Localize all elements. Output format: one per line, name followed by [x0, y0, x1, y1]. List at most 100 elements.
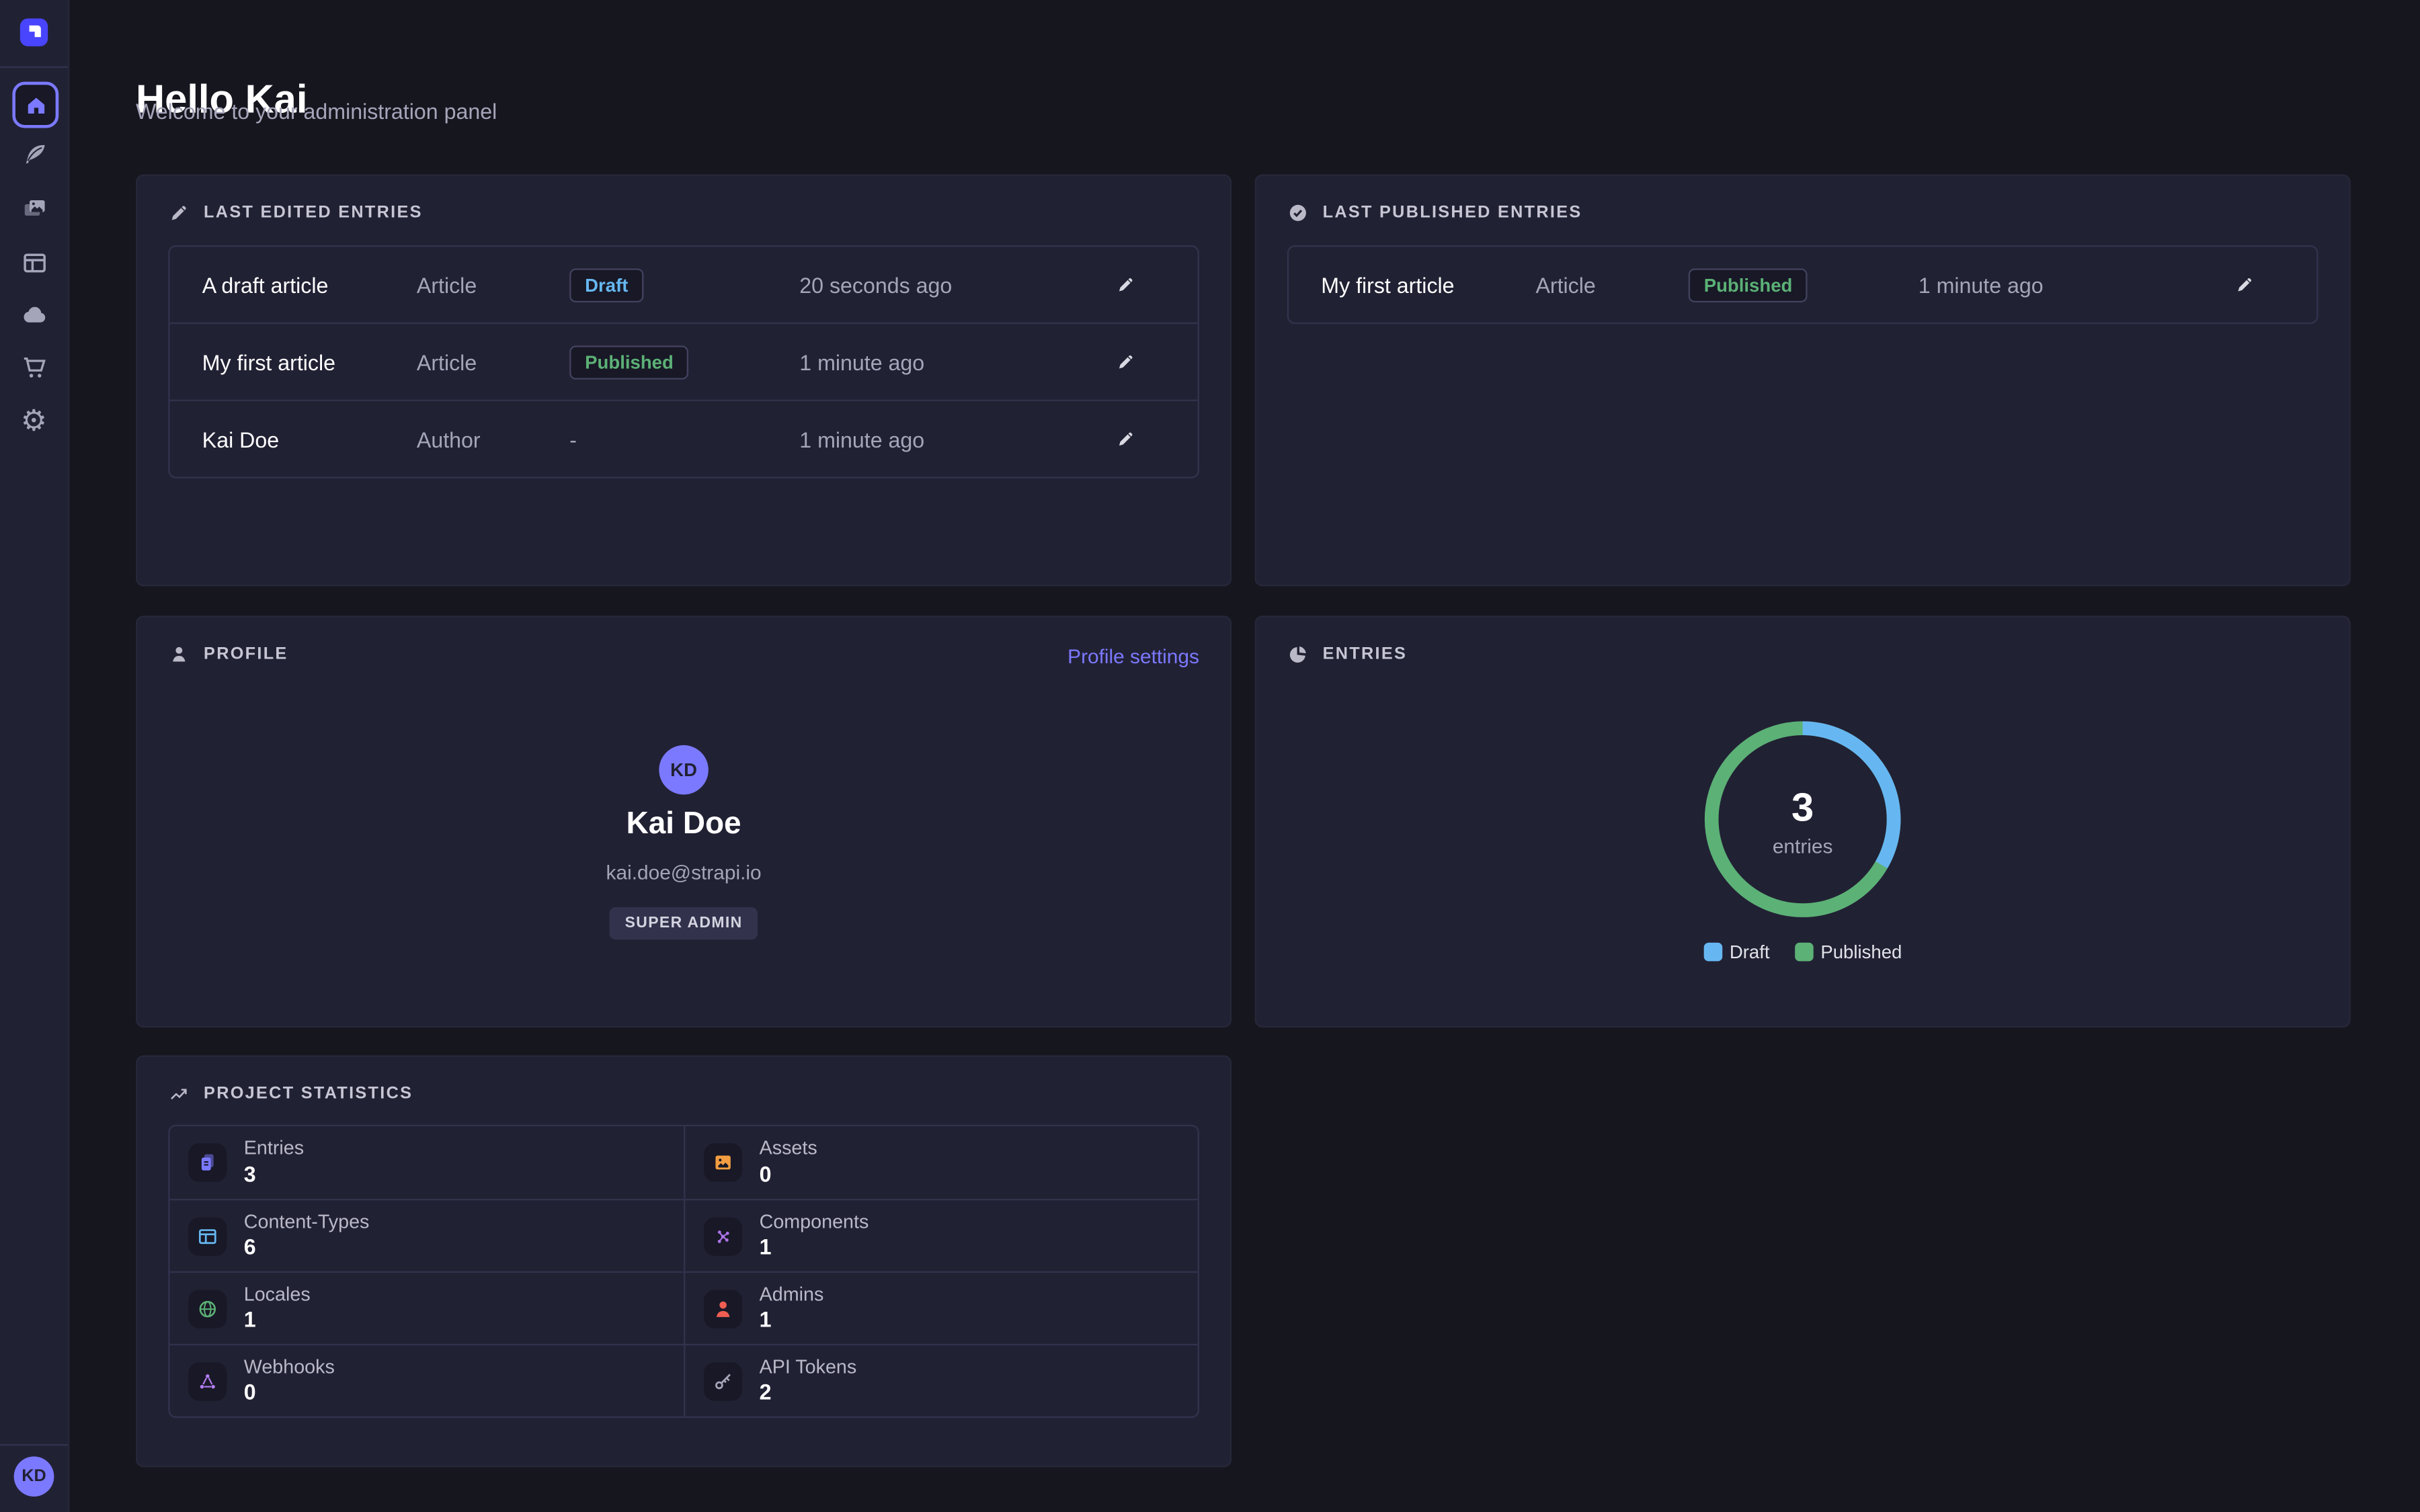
admin-person-icon [704, 1289, 742, 1327]
stat-locales: Locales 1 [170, 1271, 684, 1344]
strapi-logo[interactable] [20, 19, 48, 46]
stat-value: 6 [244, 1234, 370, 1261]
entry-name: My first article [202, 349, 417, 374]
sidebar-item-content-manager[interactable] [0, 132, 68, 175]
sidebar: ⚙ KD [0, 0, 69, 1512]
panel-header: ENTRIES [1287, 643, 1407, 665]
stat-value: 1 [760, 1307, 824, 1333]
profile-avatar: KD [659, 745, 708, 794]
profile-settings-link[interactable]: Profile settings [1067, 645, 1199, 668]
strapi-admin-dashboard: ⚙ KD Hello Kai Welcome to your administr… [0, 0, 2420, 1512]
key-icon [704, 1361, 742, 1400]
sidebar-item-media-library[interactable] [0, 187, 68, 230]
picture-icon [704, 1143, 742, 1181]
draft-swatch [1703, 943, 1722, 962]
trend-up-icon [168, 1083, 190, 1105]
entries-donut-chart: 3 entries [1699, 716, 1906, 923]
entry-type: Article [417, 349, 569, 374]
stat-value: 3 [244, 1161, 304, 1187]
sidebar-divider-top [0, 67, 68, 68]
panel-title: LAST EDITED ENTRIES [204, 204, 423, 222]
panel-last-edited-entries: LAST EDITED ENTRIES A draft article Arti… [136, 174, 1232, 586]
entry-time: 1 minute ago [799, 427, 1085, 452]
sidebar-item-content-type-builder[interactable] [0, 241, 68, 284]
profile-email: kai.doe@strapi.io [137, 861, 1230, 884]
stat-value: 0 [760, 1161, 817, 1187]
entry-type: Article [1535, 272, 1688, 297]
stats-grid: Entries 3 Assets 0 Content-Types 6 Compo… [168, 1125, 1199, 1418]
pencil-icon [1115, 351, 1135, 372]
cart-icon [19, 353, 49, 382]
gear-icon: ⚙ [21, 407, 47, 436]
panel-project-statistics: PROJECT STATISTICS Entries 3 Assets 0 Co… [136, 1055, 1232, 1467]
stat-api-tokens: API Tokens 2 [684, 1344, 1198, 1417]
legend-item-published: Published [1794, 941, 1902, 963]
sidebar-item-settings[interactable]: ⚙ [0, 400, 68, 443]
entry-time: 1 minute ago [1919, 272, 2204, 297]
panel-title: PROFILE [204, 645, 288, 664]
profile-name: Kai Doe [137, 807, 1230, 843]
last-edited-table: A draft article Article Draft 20 seconds… [168, 245, 1199, 478]
panel-title: LAST PUBLISHED ENTRIES [1323, 204, 1582, 222]
person-icon [168, 643, 190, 665]
entry-time: 20 seconds ago [799, 272, 1085, 297]
pencil-icon [1115, 275, 1135, 295]
table-row[interactable]: My first article Article Published 1 min… [1289, 247, 2316, 323]
sidebar-user-avatar[interactable]: KD [14, 1456, 54, 1497]
entry-type: Article [417, 272, 569, 297]
table-row[interactable]: A draft article Article Draft 20 seconds… [170, 247, 1198, 323]
chart-legend: Draft Published [1256, 941, 2349, 963]
role-badge: SUPER ADMIN [610, 907, 758, 939]
panel-entries-chart: ENTRIES 3 entries Draft Published [1255, 616, 2351, 1027]
stat-webhooks: Webhooks 0 [170, 1344, 684, 1417]
table-row[interactable]: Kai Doe Author - 1 minute ago [170, 400, 1198, 477]
molecule-icon [704, 1216, 742, 1255]
stat-admins: Admins 1 [684, 1271, 1198, 1344]
strapi-logo-icon [25, 23, 44, 42]
status-badge: Draft [569, 267, 643, 302]
entry-name: Kai Doe [202, 427, 417, 452]
sidebar-item-cloud[interactable] [0, 293, 68, 336]
stat-label: Entries [244, 1138, 304, 1160]
stat-label: Webhooks [244, 1356, 335, 1378]
sidebar-divider-bottom [0, 1444, 68, 1445]
panel-header: LAST EDITED ENTRIES [168, 202, 422, 224]
page-subtitle: Welcome to your administration panel [136, 99, 497, 124]
layout-icon [19, 247, 49, 277]
status-text: - [569, 427, 799, 452]
stat-label: Admins [760, 1284, 824, 1306]
table-row[interactable]: My first article Article Published 1 min… [170, 323, 1198, 400]
stat-label: Assets [760, 1138, 817, 1160]
edit-entry-button[interactable] [1109, 423, 1141, 455]
layout-icon [188, 1216, 227, 1255]
stat-label: Locales [244, 1284, 311, 1306]
sidebar-item-marketplace[interactable] [0, 345, 68, 388]
check-circle-icon [1287, 202, 1309, 224]
panel-header: LAST PUBLISHED ENTRIES [1287, 202, 1582, 224]
pencil-icon [168, 202, 190, 224]
documents-icon [188, 1143, 227, 1181]
edit-entry-button[interactable] [2228, 268, 2260, 300]
edit-entry-button[interactable] [1109, 345, 1141, 378]
entry-name: My first article [1321, 272, 1535, 297]
images-icon [19, 194, 49, 223]
stat-components: Components 1 [684, 1199, 1198, 1271]
last-published-table: My first article Article Published 1 min… [1287, 245, 2318, 324]
feather-icon [19, 140, 49, 169]
entry-type: Author [417, 427, 569, 452]
status-badge: Published [569, 345, 689, 379]
donut-center: 3 entries [1699, 784, 1906, 857]
legend-label: Published [1820, 941, 1902, 963]
sidebar-item-home[interactable] [12, 82, 58, 128]
entry-name: A draft article [202, 272, 417, 297]
panel-title: PROJECT STATISTICS [204, 1085, 413, 1103]
panel-title: ENTRIES [1323, 645, 1408, 664]
panel-last-published-entries: LAST PUBLISHED ENTRIES My first article … [1255, 174, 2351, 586]
panel-header: PROFILE [168, 643, 288, 665]
panel-profile: PROFILE Profile settings KD Kai Doe kai.… [136, 616, 1232, 1027]
stat-value: 1 [760, 1234, 869, 1261]
edit-entry-button[interactable] [1109, 268, 1141, 300]
pencil-icon [1115, 429, 1135, 449]
pencil-icon [2234, 275, 2254, 295]
legend-label: Draft [1730, 941, 1770, 963]
